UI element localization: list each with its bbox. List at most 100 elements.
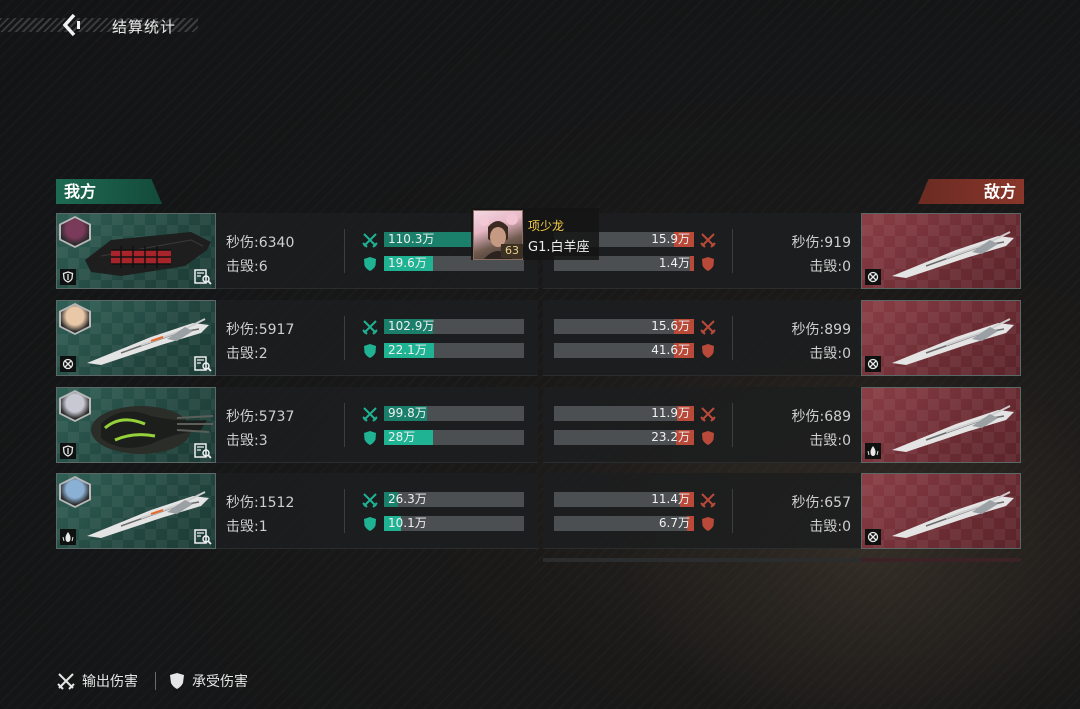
taken-icon [362,430,378,446]
crossed-swords-icon [362,493,378,508]
divider [732,403,733,447]
back-button[interactable] [58,12,84,38]
kills-value: 2 [258,346,268,362]
damage-dealt-value: 15.6万 [651,319,690,333]
ship-type-badge [60,356,76,372]
shield-icon [364,431,376,445]
bar-fill [690,256,694,271]
dps-label: 秒伤: [791,495,825,511]
damage-taken-value: 41.6万 [651,343,690,357]
legend-taken-label: 承受伤害 [192,674,248,690]
damage-dealt-bar: 26.3万 [384,492,524,507]
legend-dealt-label: 输出伤害 [82,674,138,690]
warship-image [892,405,1014,452]
damage-taken-value: 19.6万 [388,256,427,270]
enemy-card-scroll-hint [861,558,1021,562]
taken-icon [700,430,716,446]
ally-ship-card[interactable] [56,213,216,289]
crossed-swords-icon [700,233,716,248]
damage-taken-value: 28万 [388,430,416,444]
ship-type-badge [865,529,881,545]
dealt-icon [700,492,716,508]
crosshair-icon [867,271,879,283]
ally-kills: 击毁:6 [226,256,268,276]
ally-kills: 击毁:3 [226,430,268,450]
player-group: G1.白羊座 [528,240,590,255]
ally-ship-card[interactable] [56,387,216,463]
flame-icon [867,446,879,456]
warship-image [892,491,1014,538]
warship-image [892,318,1014,365]
player-name: 项少龙 [528,219,565,233]
dps-value: 1512 [258,495,295,511]
player-level-badge: 63 [501,244,523,258]
kills-label: 击毁: [226,259,259,275]
crosshair-icon [867,358,879,370]
ally-dps: 秒伤:5917 [226,319,294,339]
divider [732,229,733,273]
dps-value: 919 [824,235,851,251]
shield-icon [170,673,184,689]
shield-icon [702,431,714,445]
shield-icon [702,344,714,358]
damage-taken-bar: 41.6万 [554,343,694,358]
dealt-icon [362,319,378,335]
enemy-kills: 击毁:0 [809,343,851,363]
enemy-ship-card[interactable] [861,300,1021,376]
shield-icon [62,271,74,283]
taken-icon [700,256,716,272]
kills-label: 击毁: [809,433,843,449]
enemy-kills: 击毁:0 [809,256,851,276]
detail-button[interactable] [194,443,212,459]
damage-dealt-value: 15.9万 [651,232,690,246]
ship-type-badge [865,269,881,285]
damage-dealt-value: 110.3万 [388,232,435,246]
ship-type-badge [60,269,76,285]
enemy-dps: 秒伤:899 [792,319,851,339]
enemy-kills: 击毁:0 [809,430,851,450]
enemy-side-header: 敌方 [918,179,1024,204]
damage-dealt-value: 102.9万 [388,319,435,333]
damage-taken-value: 10.1万 [388,516,427,530]
ship-type-badge [865,443,881,459]
damage-dealt-bar: 99.8万 [384,406,524,421]
divider [732,489,733,533]
damage-dealt-value: 99.8万 [388,406,427,420]
damage-dealt-value: 26.3万 [388,492,427,506]
crosshair-icon [867,531,879,543]
detail-button[interactable] [194,356,212,372]
kills-value: 6 [258,259,268,275]
ally-kills: 击毁:1 [226,516,268,536]
detail-button[interactable] [194,269,212,285]
damage-taken-bar: 28万 [384,430,524,445]
enemy-ship [886,220,1020,286]
pilot-avatar-image [61,392,89,420]
enemy-ship-card[interactable] [861,473,1021,549]
legend-divider [155,672,156,690]
dealt-icon [362,232,378,248]
crossed-swords-icon [362,320,378,335]
dealt-icon [700,319,716,335]
kills-label: 击毁: [809,259,843,275]
ally-ship-card[interactable] [56,300,216,376]
shield-icon [62,445,74,457]
ally-dps: 秒伤:1512 [226,492,294,512]
ally-dps: 秒伤:6340 [226,232,294,252]
damage-taken-value: 22.1万 [388,343,427,357]
kills-label: 击毁: [809,519,843,535]
ally-ship-card[interactable] [56,473,216,549]
enemy-list-scroll-hint [543,558,861,562]
enemy-ship-card[interactable] [861,213,1021,289]
detail-button[interactable] [194,529,212,545]
damage-dealt-bar: 15.6万 [554,319,694,334]
dps-value: 657 [824,495,851,511]
top-bar: 结算统计 [0,12,200,38]
dealt-icon [362,492,378,508]
damage-dealt-bar: 11.9万 [554,406,694,421]
enemy-ship-card[interactable] [861,387,1021,463]
pilot-avatar-image [61,305,89,333]
dps-label: 秒伤: [791,409,825,425]
taken-icon [362,343,378,359]
ship-type-badge [865,356,881,372]
damage-dealt-value: 11.4万 [651,492,690,506]
